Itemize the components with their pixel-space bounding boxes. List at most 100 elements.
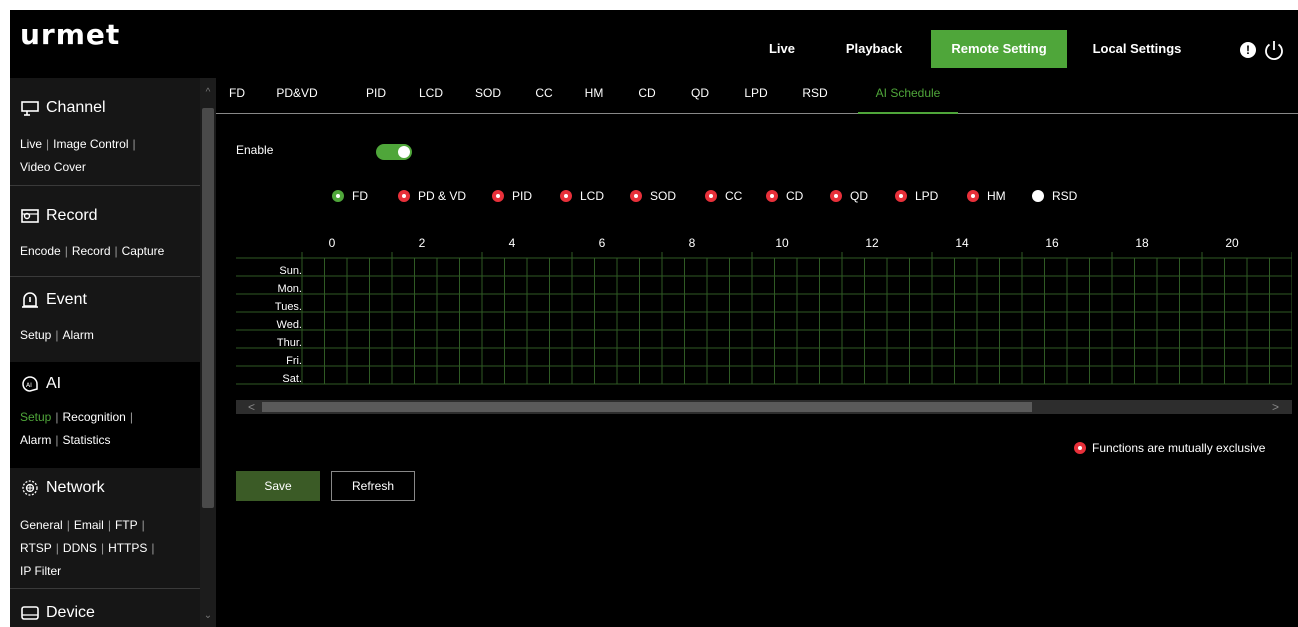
legend-label: PID	[512, 189, 533, 203]
link-email[interactable]: Email	[74, 518, 104, 532]
legend-label: HM	[987, 189, 1006, 203]
sidebar-scroll-thumb[interactable]	[202, 108, 214, 508]
link-capture[interactable]: Capture	[122, 244, 165, 258]
legend-label: CD	[786, 189, 804, 203]
hour-label: 4	[508, 236, 516, 250]
tab-cc[interactable]: CC	[532, 78, 556, 114]
link-video-cover[interactable]: Video Cover	[20, 160, 86, 174]
legend-cc[interactable]: CC	[705, 189, 742, 203]
nav-remote-setting[interactable]: Remote Setting	[931, 30, 1067, 68]
record-links: Encode | Record | Capture	[20, 244, 165, 258]
hour-label: 14	[955, 236, 969, 250]
channel-links: Live | Image Control | Video Cover	[20, 137, 136, 174]
mutual-exclusive-note: Functions are mutually exclusive	[1074, 441, 1265, 455]
sidebar-section-channel[interactable]: Channel	[10, 88, 200, 128]
legend-lpd[interactable]: LPD	[895, 189, 938, 203]
power-icon[interactable]	[1263, 39, 1285, 61]
link-recognition[interactable]: Recognition	[62, 410, 125, 424]
save-button[interactable]: Save	[236, 471, 320, 501]
legend-dot	[630, 190, 642, 202]
sidebar-section-label: Channel	[46, 99, 106, 116]
link-https[interactable]: HTTPS	[108, 541, 147, 555]
hour-label: 12	[865, 236, 879, 250]
network-links: General | Email | FTP | RTSP | DDNS | HTTPS | IP F…	[20, 518, 155, 578]
sidebar-section-network[interactable]: Network	[10, 468, 200, 508]
device-icon	[21, 606, 39, 620]
scroll-up-arrow[interactable]: ^	[203, 88, 213, 98]
link-ddns[interactable]: DDNS	[63, 541, 97, 555]
link-live[interactable]: Live	[20, 137, 42, 151]
nav-live[interactable]: Live	[752, 30, 812, 68]
link-alarm[interactable]: Alarm	[62, 328, 93, 342]
legend-sod[interactable]: SOD	[630, 189, 676, 203]
refresh-button[interactable]: Refresh	[331, 471, 415, 501]
schedule-grid[interactable]	[236, 252, 1292, 392]
scroll-down-arrow[interactable]: ⌄	[203, 611, 213, 621]
schedule-hscrollbar[interactable]: < >	[236, 400, 1292, 414]
tab-sod[interactable]: SOD	[470, 78, 506, 114]
link-ip-filter[interactable]: IP Filter	[20, 564, 61, 578]
link-record[interactable]: Record	[72, 244, 111, 258]
sidebar-section-label: AI	[46, 375, 62, 392]
tab-fd[interactable]: FD	[224, 78, 250, 114]
sidebar-section-label: Event	[46, 291, 87, 308]
legend-rsd[interactable]: RSD	[1032, 189, 1077, 203]
link-encode[interactable]: Encode	[20, 244, 61, 258]
legend-dot	[560, 190, 572, 202]
link-statistics[interactable]: Statistics	[62, 433, 110, 447]
link-ai-setup[interactable]: Setup	[20, 410, 51, 424]
legend-hm[interactable]: HM	[967, 189, 1006, 203]
hscroll-thumb[interactable]	[262, 402, 1032, 412]
tab-qd[interactable]: QD	[687, 78, 713, 114]
ai-icon: AI	[22, 376, 38, 392]
tab-lpd[interactable]: LPD	[739, 78, 773, 114]
link-setup[interactable]: Setup	[20, 328, 51, 342]
link-image-control[interactable]: Image Control	[53, 137, 128, 151]
event-icon	[22, 292, 38, 308]
tab-pid[interactable]: PID	[361, 78, 391, 114]
legend-label: PD & VD	[418, 189, 467, 203]
sidebar-section-event[interactable]: Event	[10, 280, 200, 320]
legend-pid[interactable]: PID	[492, 189, 532, 203]
header-bar: urmet Live Playback Remote Setting Local…	[10, 10, 1298, 70]
legend-lcd[interactable]: LCD	[560, 189, 604, 203]
sidebar-section-label: Network	[46, 479, 105, 496]
app-window: urmet Live Playback Remote Setting Local…	[10, 10, 1298, 627]
sidebar-section-label: Device	[46, 604, 95, 621]
legend-qd[interactable]: QD	[830, 189, 868, 203]
event-links: Setup | Alarm	[20, 328, 94, 342]
tab-ai-schedule[interactable]: AI Schedule	[858, 78, 958, 114]
hour-label: 20	[1225, 236, 1239, 250]
hscroll-left-arrow[interactable]: <	[248, 400, 255, 414]
sidebar-section-ai[interactable]: AI AI	[10, 364, 200, 404]
sidebar-section-record[interactable]: Record	[10, 196, 200, 236]
tab-pd-vd[interactable]: PD&VD	[270, 78, 324, 114]
sidebar-section-device[interactable]: Device	[10, 593, 200, 627]
link-ftp[interactable]: FTP	[115, 518, 138, 532]
nav-local-settings[interactable]: Local Settings	[1082, 30, 1192, 68]
legend-pd-vd[interactable]: PD & VD	[398, 189, 466, 203]
legend-dot	[1032, 190, 1044, 202]
tab-bar: FD PD&VD PID LCD SOD CC HM CD QD LPD RSD…	[216, 78, 1298, 114]
alert-icon[interactable]: !	[1240, 42, 1256, 58]
hour-label: 8	[688, 236, 696, 250]
legend-cd[interactable]: CD	[766, 189, 803, 203]
tab-cd[interactable]: CD	[634, 78, 660, 114]
legend-label: RSD	[1052, 189, 1078, 203]
legend-dot	[492, 190, 504, 202]
tab-rsd[interactable]: RSD	[798, 78, 832, 114]
network-icon	[22, 480, 38, 496]
legend-fd[interactable]: FD	[332, 189, 368, 203]
nav-playback[interactable]: Playback	[834, 30, 914, 68]
sidebar: Channel Live | Image Control | Video Cover …	[10, 78, 200, 627]
tab-hm[interactable]: HM	[579, 78, 609, 114]
hscroll-right-arrow[interactable]: >	[1272, 400, 1279, 414]
tab-lcd[interactable]: LCD	[414, 78, 448, 114]
enable-toggle[interactable]	[376, 144, 412, 160]
legend-dot	[895, 190, 907, 202]
sidebar-scrollbar[interactable]: ^ ⌄	[200, 78, 216, 627]
link-rtsp[interactable]: RTSP	[20, 541, 52, 555]
link-general[interactable]: General	[20, 518, 63, 532]
link-ai-alarm[interactable]: Alarm	[20, 433, 51, 447]
legend-label: LPD	[915, 189, 939, 203]
